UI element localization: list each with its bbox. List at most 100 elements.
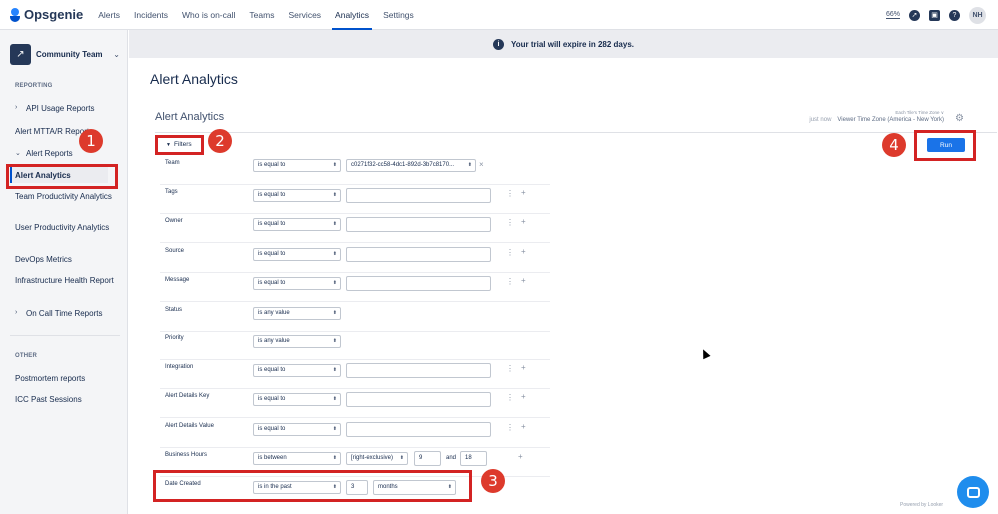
dashboard-divider — [155, 132, 997, 133]
chevron-right-icon[interactable]: › — [15, 104, 17, 111]
team-switcher[interactable]: ↗ Community Team ⌄ — [10, 43, 120, 65]
sidebar-item-user-productivity[interactable]: User Productivity Analytics — [15, 223, 115, 233]
filter-row-priority: Priority is any value ⬍ — [160, 332, 550, 360]
powered-by-looker: Powered by Looker — [900, 502, 944, 508]
select-arrow-icon: ⬍ — [332, 396, 337, 402]
operator-select[interactable]: is equal to ⬍ — [253, 218, 341, 231]
sidebar-item-infrastructure-health[interactable]: Infrastructure Health Report — [15, 276, 115, 286]
filter-row-alert-details-value: Alert Details Value is equal to ⬍ ⋮ + — [160, 420, 550, 448]
chevron-down-icon[interactable]: ⌄ — [15, 149, 21, 157]
nav-right-tools: 66% ➚ ▣ ? NH — [885, 0, 986, 30]
hours-to-input[interactable]: 18 — [460, 451, 487, 466]
chart-icon: ↗ — [10, 43, 31, 65]
compass-icon[interactable]: ➚ — [909, 9, 920, 21]
select-arrow-icon: ⬍ — [332, 280, 337, 286]
delete-icon[interactable]: ⋮ — [506, 248, 514, 258]
select-arrow-icon: ⬍ — [332, 338, 337, 344]
operator-select[interactable]: is equal to ⬍ — [253, 248, 341, 261]
add-icon[interactable]: + — [521, 188, 526, 198]
operator-select[interactable]: is equal to ⬍ — [253, 364, 341, 377]
filter-row-source: Source is equal to ⬍ ⋮ + — [160, 245, 550, 273]
select-arrow-icon: ⬍ — [332, 251, 337, 257]
operator-select[interactable]: is any value ⬍ — [253, 307, 341, 320]
opsgenie-logo[interactable]: Opsgenie — [10, 7, 83, 22]
add-icon[interactable]: + — [518, 452, 523, 462]
select-arrow-icon: ⬍ — [332, 162, 337, 168]
nav-teams[interactable]: Teams — [242, 0, 281, 30]
operator-select[interactable]: is any value ⬍ — [253, 335, 341, 348]
top-navigation: Opsgenie Alerts Incidents Who is on-call… — [0, 0, 998, 30]
delete-icon[interactable]: ⋮ — [506, 218, 514, 228]
nav-incidents[interactable]: Incidents — [127, 0, 175, 30]
filter-label: Alert Details Key — [165, 393, 210, 399]
delete-icon[interactable]: ⋮ — [506, 189, 514, 199]
filter-row-message: Message is equal to ⬍ ⋮ + — [160, 274, 550, 302]
annotation-box-date-created — [153, 470, 472, 502]
details-key-input[interactable] — [346, 392, 491, 407]
delete-icon[interactable]: ⋮ — [506, 393, 514, 403]
source-input[interactable] — [346, 247, 491, 262]
zoom-indicator[interactable]: 66% — [885, 11, 900, 19]
team-value: c0271f32-cc58-4dc1-892d-3b7c8170... — [351, 162, 455, 168]
timezone-selector[interactable]: Each Tile's Time Zone ∨ just now Viewer T… — [809, 110, 944, 123]
operator-value: is equal to — [258, 162, 286, 168]
add-icon[interactable]: + — [521, 363, 526, 373]
delete-icon[interactable]: ⋮ — [506, 277, 514, 287]
add-icon[interactable]: + — [521, 392, 526, 402]
nav-who-is-on-call[interactable]: Who is on-call — [175, 0, 242, 30]
sidebar-item-api-usage[interactable]: API Usage Reports — [26, 104, 126, 114]
filter-row-owner: Owner is equal to ⬍ ⋮ + — [160, 215, 550, 243]
sidebar-item-devops-metrics[interactable]: DevOps Metrics — [15, 255, 115, 265]
add-icon[interactable]: + — [521, 247, 526, 257]
annotation-badge-2: 2 — [208, 129, 232, 153]
sidebar-item-team-productivity[interactable]: Team Productivity Analytics — [15, 192, 115, 202]
dashboard-title: Alert Analytics — [155, 111, 225, 123]
add-icon[interactable]: + — [521, 422, 526, 432]
app-name: Opsgenie — [24, 7, 84, 22]
chevron-down-icon: ⌄ — [113, 49, 120, 59]
sidebar-item-on-call-time[interactable]: On Call Time Reports — [26, 309, 126, 319]
select-arrow-icon: ⬍ — [332, 192, 337, 198]
owner-input[interactable] — [346, 217, 491, 232]
gear-icon[interactable]: ⚙ — [955, 113, 964, 124]
other-section-header: OTHER — [15, 353, 37, 359]
help-icon[interactable]: ? — [949, 9, 960, 21]
add-icon[interactable]: + — [521, 217, 526, 227]
select-arrow-icon: ⬍ — [467, 162, 472, 168]
nav-alerts[interactable]: Alerts — [91, 0, 127, 30]
hours-from-input[interactable]: 9 — [414, 451, 441, 466]
filter-label: Source — [165, 248, 185, 254]
annotation-box-alert-analytics — [6, 164, 118, 189]
sidebar-item-postmortem[interactable]: Postmortem reports — [15, 374, 115, 384]
add-icon[interactable]: + — [521, 276, 526, 286]
operator-select[interactable]: is equal to ⬍ — [253, 189, 341, 202]
message-input[interactable] — [346, 276, 491, 291]
page-title: Alert Analytics — [150, 71, 238, 87]
delete-icon[interactable]: ⋮ — [506, 364, 514, 374]
operator-select[interactable]: is between ⬍ — [253, 452, 341, 465]
nav-analytics[interactable]: Analytics — [328, 0, 376, 30]
details-value-input[interactable] — [346, 422, 491, 437]
filter-label: Owner — [165, 218, 183, 224]
operator-select[interactable]: is equal to ⬍ — [253, 159, 341, 172]
operator-select[interactable]: is equal to ⬍ — [253, 423, 341, 436]
sidebar-item-icc-past-sessions[interactable]: ICC Past Sessions — [15, 395, 115, 405]
nav-services[interactable]: Services — [281, 0, 328, 30]
team-value-select[interactable]: c0271f32-cc58-4dc1-892d-3b7c8170... ⬍ — [346, 159, 476, 172]
integration-input[interactable] — [346, 363, 491, 378]
operator-select[interactable]: is equal to ⬍ — [253, 393, 341, 406]
trial-banner: i Your trial will expire in 282 days. — [129, 30, 998, 58]
trial-banner-text: Your trial will expire in 282 days. — [510, 39, 634, 49]
chat-launcher[interactable] — [957, 476, 989, 508]
operator-select[interactable]: is equal to ⬍ — [253, 277, 341, 290]
interval-mode-select[interactable]: [right-exclusive) ⬍ — [346, 452, 408, 465]
nav-settings[interactable]: Settings — [376, 0, 421, 30]
apps-icon[interactable]: ▣ — [929, 9, 940, 21]
close-icon[interactable]: × — [479, 160, 484, 170]
delete-icon[interactable]: ⋮ — [506, 423, 514, 433]
chevron-right-icon[interactable]: › — [15, 309, 17, 316]
sidebar-item-alert-reports[interactable]: Alert Reports — [26, 149, 126, 159]
filter-row-alert-details-key: Alert Details Key is equal to ⬍ ⋮ + — [160, 390, 550, 418]
avatar[interactable]: NH — [969, 6, 986, 24]
tags-input[interactable] — [346, 188, 491, 203]
